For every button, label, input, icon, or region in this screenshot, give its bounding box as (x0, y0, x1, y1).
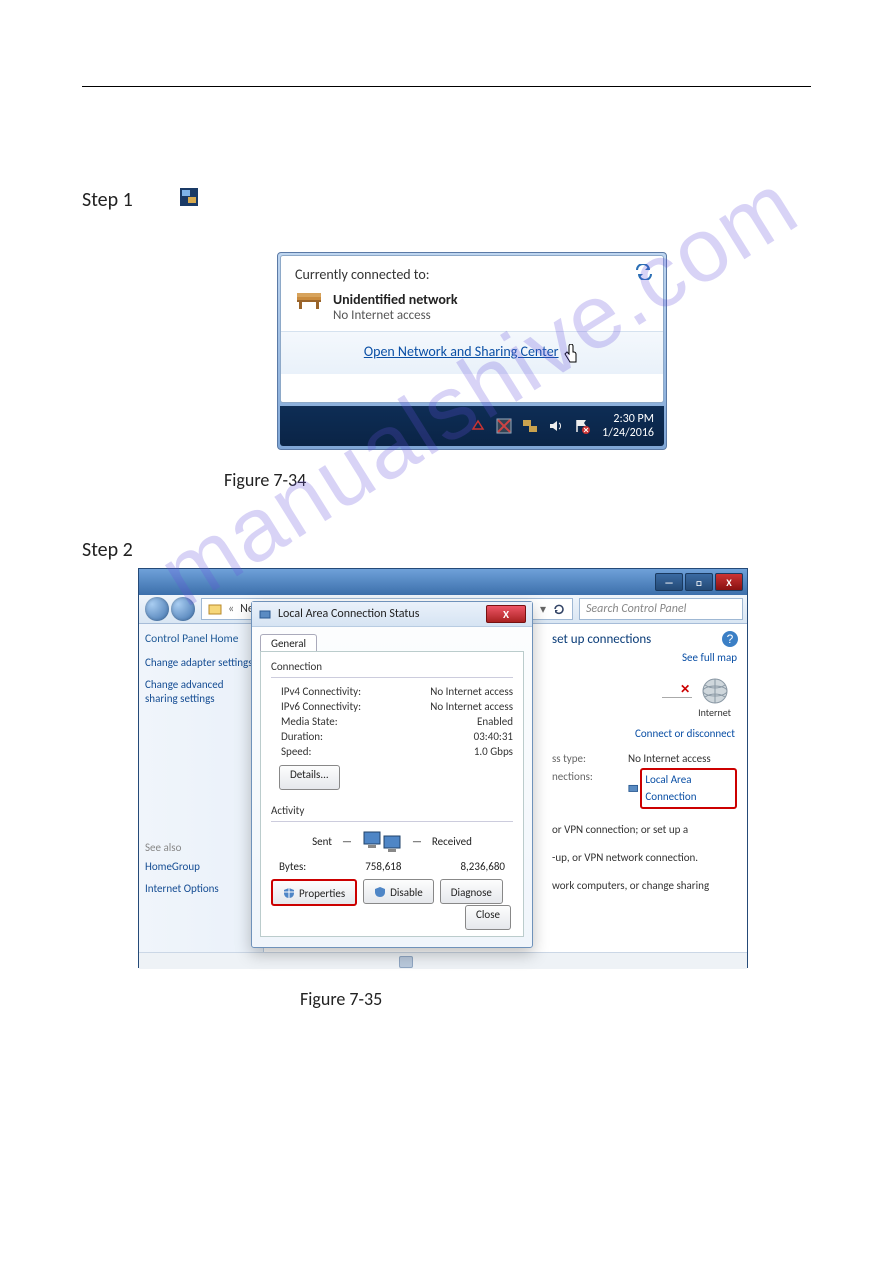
horizontal-scrollbar[interactable] (139, 952, 747, 969)
ipv4-value: No Internet access (430, 685, 513, 698)
sidebar-item-internet-options[interactable]: Internet Options (145, 882, 257, 896)
clock-time: 2:30 PM (602, 412, 654, 426)
bench-icon (295, 291, 323, 311)
svg-text:?: ? (727, 632, 734, 646)
duration-value: 03:40:31 (474, 730, 513, 743)
sidebar-item-advanced-sharing[interactable]: Change advanced sharing settings (145, 678, 257, 706)
bytes-sent-value: 758,618 (365, 860, 401, 873)
currently-connected-label: Currently connected to: (295, 266, 429, 283)
media-state-key: Media State: (281, 715, 338, 728)
local-area-connection-link[interactable]: Local Area Connection (640, 768, 737, 809)
clock-date: 1/24/2016 (602, 426, 654, 440)
sidebar: Control Panel Home Change adapter settin… (139, 624, 264, 952)
ipv4-key: IPv4 Connectivity: (281, 685, 361, 698)
dialog-titlebar: Local Area Connection Status X (252, 602, 532, 627)
volume-icon[interactable] (548, 418, 564, 434)
window-maximize-button[interactable]: □ (685, 573, 713, 591)
ipv6-value: No Internet access (430, 700, 513, 713)
flag-action-icon[interactable] (574, 418, 590, 434)
connections-key: nections: (552, 768, 622, 809)
search-placeholder: Search Control Panel (586, 602, 686, 616)
shield-icon (374, 886, 386, 898)
figure-2-window: — □ X « Network and Internet ▸ Network a… (138, 568, 748, 968)
network-subtitle: No Internet access (333, 308, 458, 323)
figure-1: Currently connected to: Unidentified net… (277, 252, 669, 450)
network-icon[interactable] (522, 418, 538, 434)
figure-1-caption: Figure 7-34 (224, 469, 306, 491)
dialog-title: Local Area Connection Status (278, 607, 419, 621)
top-rule (82, 86, 811, 87)
two-computers-icon (362, 828, 402, 854)
access-type-key: ss type: (552, 750, 622, 768)
sidebar-title: Control Panel Home (145, 632, 257, 646)
nav-back-button[interactable] (145, 597, 169, 621)
step2-label: Step 2 (82, 538, 133, 562)
help-icon[interactable]: ? (721, 630, 739, 648)
dialog-panel: Connection IPv4 Connectivity: No Internet… (260, 651, 524, 937)
connection-status-dialog: Local Area Connection Status X General C… (251, 601, 533, 948)
disable-button[interactable]: Disable (363, 879, 434, 904)
main-text-fragment: work computers, or change sharing (552, 879, 737, 893)
media-state-value: Enabled (477, 715, 513, 728)
sidebar-item-adapter[interactable]: Change adapter settings (145, 656, 257, 670)
figure-2-caption: Figure 7-35 (300, 988, 382, 1010)
network-title: Unidentified network (333, 291, 458, 308)
main-text-fragment: -up, or VPN network connection. (552, 851, 737, 865)
sent-label: Sent (312, 835, 332, 848)
access-type-value: No Internet access (628, 750, 711, 768)
internet-globe-icon (700, 676, 730, 706)
network-tray-icon (180, 188, 198, 206)
sidebar-see-also: See also (145, 841, 257, 854)
folder-icon (208, 602, 222, 616)
diagnose-button[interactable]: Diagnose (440, 879, 503, 904)
activity-section-label: Activity (271, 804, 513, 817)
window-titlebar: — □ X (139, 569, 747, 595)
disable-button-label: Disable (390, 886, 423, 899)
properties-button-label: Properties (299, 887, 345, 900)
refresh-icon[interactable] (552, 602, 566, 616)
bytes-received-value: 8,236,680 (460, 860, 505, 873)
bytes-label: Bytes: (279, 860, 306, 873)
blocked-icon[interactable] (496, 418, 512, 434)
network-popup: Currently connected to: Unidentified net… (277, 252, 667, 450)
speed-value: 1.0 Gbps (474, 745, 513, 758)
received-label: Received (432, 835, 472, 848)
taskbar: 2:30 PM 1/24/2016 (280, 406, 664, 446)
details-button[interactable]: Details... (279, 765, 340, 790)
properties-button[interactable]: Properties (271, 879, 357, 906)
search-input[interactable]: Search Control Panel (579, 598, 743, 620)
open-network-center-link[interactable]: Open Network and Sharing Center (364, 343, 559, 360)
dialog-close-button[interactable]: X (486, 605, 526, 623)
internet-label: Internet (698, 706, 731, 719)
sidebar-item-homegroup[interactable]: HomeGroup (145, 860, 257, 874)
step1-label: Step 1 (82, 188, 133, 212)
shield-icon (283, 887, 295, 899)
window-minimize-button[interactable]: — (655, 573, 683, 591)
ipv6-key: IPv6 Connectivity: (281, 700, 361, 713)
scrollbar-thumb[interactable] (399, 956, 413, 968)
ethernet-icon (258, 607, 272, 621)
tab-general[interactable]: General (260, 634, 317, 652)
cursor-hand-icon (562, 344, 580, 364)
main-text-fragment: or VPN connection; or set up a (552, 823, 737, 837)
window-close-button[interactable]: X (715, 573, 743, 591)
refresh-icon[interactable] (635, 264, 653, 280)
up-arrow-icon[interactable] (470, 418, 486, 434)
close-button[interactable]: Close (465, 905, 511, 930)
system-clock[interactable]: 2:30 PM 1/24/2016 (602, 412, 654, 440)
duration-key: Duration: (281, 730, 323, 743)
ethernet-icon (628, 782, 638, 794)
connection-section-label: Connection (271, 660, 513, 673)
speed-key: Speed: (281, 745, 312, 758)
nav-forward-button[interactable] (171, 597, 195, 621)
main-heading: set up connections (552, 632, 737, 647)
